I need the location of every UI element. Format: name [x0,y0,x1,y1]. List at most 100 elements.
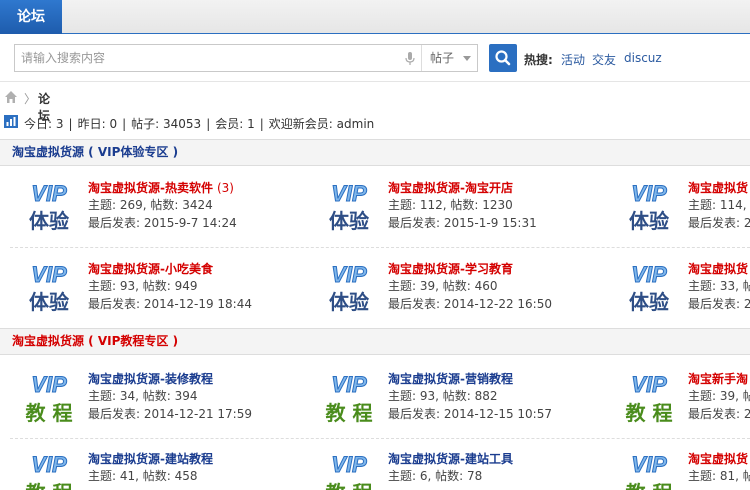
forum-item[interactable]: VIP 体验 淘宝虚拟货 主题: 33, 帖 最后发表: 2 [620,260,750,326]
vip-trial-badge-icon: VIP 体验 [329,181,369,234]
yesterday-count: 0 [109,117,118,131]
forum-last-post[interactable]: 最后发表: 2014-12-21 17:59 [88,405,252,422]
badge-top-text: VIP [31,181,67,206]
forum-last-post[interactable]: 最后发表: 2 [688,405,750,422]
forum-item[interactable]: VIP 教 程 淘宝新手淘 主题: 39, 帖 最后发表: 2 [620,370,750,436]
section-header-vip-tutorials[interactable]: 淘宝虚拟货源 ( VIP教程专区 ) [0,328,750,355]
search-type-label: 帖子 [430,51,455,65]
forum-stats: 主题: 112, 帖数: 1230 [388,198,513,212]
badge-bottom-text: 教 程 [326,481,373,490]
forum-stats: 主题: 93, 帖数: 882 [388,389,498,403]
row-divider [10,247,750,248]
forum-title[interactable]: 淘宝虚拟货源-小吃美食 [88,260,213,277]
forum-stats: 主题: 6, 帖数: 78 [388,469,483,483]
forum-last-post[interactable]: 最后发表: 2015-1-9 15:31 [388,214,537,231]
vip-tutorial-badge-icon: VIP 教 程 [626,452,673,490]
forum-item[interactable]: VIP 体验 淘宝虚拟货源-热卖软件 (3) 主题: 269, 帖数: 3424 … [20,179,320,245]
badge-bottom-text: 体验 [329,209,369,233]
badge-bottom-text: 教 程 [26,481,73,490]
hot-link-activity[interactable]: 活动 [561,51,585,68]
search-box: 帖子 [14,44,478,72]
badge-bottom-text: 体验 [629,290,669,314]
badge-top-text: VIP [31,452,67,477]
row-divider [10,438,750,439]
badge-top-text: VIP [631,181,667,206]
brand-tab[interactable]: 论坛 [0,0,62,34]
vip-tutorial-badge-icon: VIP 教 程 [26,452,73,490]
top-bar: 论坛 [0,0,750,34]
forum-last-post[interactable]: 最后发表: 2015-9-7 14:24 [88,214,237,231]
forum-item[interactable]: VIP 体验 淘宝虚拟货 主题: 114, 帖 最后发表: 2 [620,179,750,245]
forum-item[interactable]: VIP 体验 淘宝虚拟货源-淘宝开店 主题: 112, 帖数: 1230 最后发… [320,179,620,245]
microphone-icon[interactable] [403,51,417,67]
forum-stats: 主题: 93, 帖数: 949 [88,279,198,293]
badge-top-text: VIP [331,181,367,206]
badge-top-text: VIP [331,452,367,477]
forum-title[interactable]: 淘宝虚拟货源-营销教程 [388,370,513,387]
newest-member-link[interactable]: admin [337,117,375,131]
home-icon[interactable] [4,90,18,104]
members-label: 会员: [215,117,244,131]
badge-top-text: VIP [331,372,367,397]
new-post-count: (3) [216,181,234,195]
forum-item[interactable]: VIP 教 程 淘宝虚拟货源-装修教程 主题: 34, 帖数: 394 最后发表… [20,370,320,436]
badge-top-text: VIP [31,262,67,287]
forum-last-post[interactable]: 最后发表: 2014-12-19 18:44 [88,295,252,312]
vip-tutorial-badge-icon: VIP 教 程 [26,372,73,425]
forum-title[interactable]: 淘宝虚拟货 [688,450,748,467]
today-label: 今日: [24,117,53,131]
forum-last-post[interactable]: 最后发表: 2 [688,295,750,312]
badge-top-text: VIP [631,452,667,477]
forum-stats: 主题: 41, 帖数: 458 [88,469,198,483]
chevron-down-icon [463,56,471,61]
forum-stats: 主题: 114, 帖 [688,198,750,212]
badge-bottom-text: 教 程 [626,481,673,490]
hot-link-dating[interactable]: 交友 [592,51,616,68]
vip-trial-badge-icon: VIP 体验 [629,181,669,234]
forum-item[interactable]: VIP 教 程 淘宝虚拟货源-建站工具 主题: 6, 帖数: 78 [320,450,620,490]
vip-tutorial-badge-icon: VIP 教 程 [626,372,673,425]
breadcrumb-separator: 〉 [24,92,37,106]
forum-title[interactable]: 淘宝虚拟货 [688,179,748,196]
vip-trial-badge-icon: VIP 体验 [629,262,669,315]
forum-title[interactable]: 淘宝虚拟货源-热卖软件 (3) [88,179,234,196]
forum-title[interactable]: 淘宝新手淘 [688,370,748,387]
posts-count: 34053 [163,117,202,131]
posts-label: 帖子: [131,117,160,131]
vip-trial-badge-icon: VIP 体验 [29,262,69,315]
vip-trial-badge-icon: VIP 体验 [29,181,69,234]
forum-title[interactable]: 淘宝虚拟货源-学习教育 [388,260,513,277]
badge-bottom-text: 体验 [329,290,369,314]
hot-search-label: 热搜: [524,53,553,67]
forum-item[interactable]: VIP 体验 淘宝虚拟货源-小吃美食 主题: 93, 帖数: 949 最后发表:… [20,260,320,326]
bar-chart-icon [4,115,18,128]
section-header-vip-trial[interactable]: 淘宝虚拟货源 ( VIP体验专区 ) [0,139,750,166]
forum-title[interactable]: 淘宝虚拟货源-装修教程 [88,370,213,387]
vip-tutorial-badge-icon: VIP 教 程 [326,452,373,490]
search-input[interactable] [21,45,401,71]
forum-item[interactable]: VIP 教 程 淘宝虚拟货源-建站教程 主题: 41, 帖数: 458 [20,450,320,490]
forum-title[interactable]: 淘宝虚拟货源-建站工具 [388,450,513,467]
search-button[interactable] [489,44,517,72]
badge-top-text: VIP [331,262,367,287]
search-bar: 帖子 热搜: 活动 交友 discuz [0,34,750,82]
badge-top-text: VIP [631,372,667,397]
badge-bottom-text: 体验 [629,209,669,233]
forum-title[interactable]: 淘宝虚拟货 [688,260,748,277]
forum-stats: 主题: 34, 帖数: 394 [88,389,198,403]
forum-last-post[interactable]: 最后发表: 2 [688,214,750,231]
today-count: 3 [55,117,64,131]
forum-title[interactable]: 淘宝虚拟货源-建站教程 [88,450,213,467]
hot-link-discuz[interactable]: discuz [624,51,662,65]
yesterday-label: 昨日: [77,117,106,131]
forum-title[interactable]: 淘宝虚拟货源-淘宝开店 [388,179,513,196]
forum-stats: 主题: 81, 帖 [688,469,750,483]
forum-last-post[interactable]: 最后发表: 2014-12-15 10:57 [388,405,552,422]
welcome-label: 欢迎新会员: [268,117,333,131]
search-type-select[interactable]: 帖子 [421,45,477,71]
forum-last-post[interactable]: 最后发表: 2014-12-22 16:50 [388,295,552,312]
forum-item[interactable]: VIP 体验 淘宝虚拟货源-学习教育 主题: 39, 帖数: 460 最后发表:… [320,260,620,326]
forum-item[interactable]: VIP 教 程 淘宝虚拟货 主题: 81, 帖 [620,450,750,490]
forum-stats: 主题: 39, 帖 [688,389,750,403]
forum-item[interactable]: VIP 教 程 淘宝虚拟货源-营销教程 主题: 93, 帖数: 882 最后发表… [320,370,620,436]
